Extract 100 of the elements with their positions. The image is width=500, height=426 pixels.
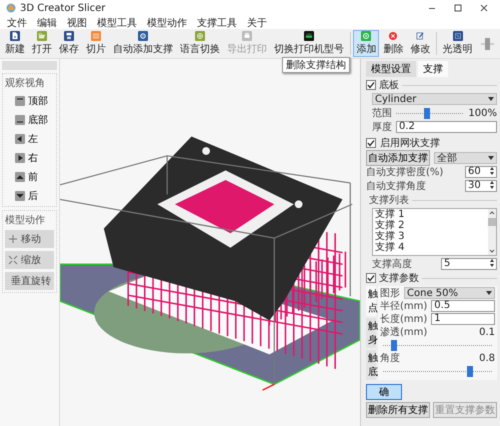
- menu-item[interactable]: 模型动作: [142, 16, 192, 30]
- side-tab[interactable]: 触点: [366, 286, 376, 316]
- close-icon[interactable]: [480, 4, 488, 12]
- slider-reading: 100%: [468, 108, 497, 118]
- rotate-button[interactable]: 垂直旋转: [5, 272, 54, 290]
- shape-dropdown[interactable]: Cone 50%: [404, 287, 495, 299]
- field-label: 半径(mm): [380, 300, 428, 313]
- density-input[interactable]: 60: [465, 166, 497, 178]
- view-cube-icon: [15, 172, 25, 182]
- radius-input[interactable]: 0.5: [431, 300, 495, 312]
- list-item[interactable]: 支撑 1: [375, 209, 488, 220]
- app-logo-icon: [6, 3, 16, 13]
- auto-button[interactable]: 自动添加支撑: [110, 30, 176, 57]
- view-cube-icon: [15, 115, 25, 125]
- caret-icon: [486, 291, 492, 295]
- field-label: 厚度: [372, 120, 392, 134]
- printer-button[interactable]: 切换打印机型号: [271, 30, 347, 57]
- gear-icon: [135, 31, 151, 41]
- menu-item[interactable]: 编辑: [32, 16, 62, 30]
- angle-input[interactable]: 30: [465, 180, 497, 192]
- slider-reading: 0.8: [479, 352, 495, 364]
- field-label: 范围: [372, 106, 392, 120]
- auto-support-button[interactable]: 自动添加支撑: [366, 150, 430, 166]
- view-button[interactable]: 后: [5, 188, 54, 204]
- side-tab[interactable]: 触底: [366, 350, 376, 380]
- slice-button[interactable]: 切片: [83, 30, 109, 57]
- delete-button[interactable]: 删除: [380, 30, 406, 57]
- scrollbar[interactable]: [488, 209, 496, 255]
- caret-icon: [488, 97, 494, 101]
- slider-reading: 0.1: [479, 326, 495, 338]
- field-label: 支撑高度: [372, 258, 412, 271]
- view-button[interactable]: 前: [5, 169, 54, 185]
- add-button[interactable]: 添加: [353, 30, 380, 57]
- maximize-icon[interactable]: [454, 4, 462, 12]
- spinner-arrows-icon: [490, 259, 494, 267]
- list-item[interactable]: 支撑 4: [375, 242, 488, 253]
- action-button[interactable]: 删除所有支撑: [366, 402, 430, 418]
- slider-thumb[interactable]: [390, 340, 397, 350]
- panel-tab[interactable]: 模型设置: [366, 61, 416, 77]
- spinner-arrows-icon: [490, 167, 494, 175]
- group-title: 模型动作: [5, 214, 46, 227]
- menu-item[interactable]: 关于: [242, 16, 272, 30]
- list-item[interactable]: 支撑 2: [375, 220, 488, 231]
- field-label: 长度(mm): [380, 312, 428, 326]
- scope-dropdown[interactable]: 全部: [434, 152, 497, 164]
- section-title: 支撑列表: [369, 194, 409, 207]
- scale-icon: [8, 255, 18, 265]
- support-list[interactable]: 支撑 1 支撑 2 支撑 3 支撑 4: [372, 208, 497, 256]
- checkbox-label: 底板: [379, 78, 399, 92]
- view-button[interactable]: 底部: [5, 112, 54, 128]
- document-icon: [7, 31, 23, 41]
- length-input[interactable]: 1: [431, 313, 495, 325]
- view-cube-icon: [15, 96, 25, 106]
- slider-thumb[interactable]: [484, 38, 490, 50]
- checkbox-label: 启用网状支撑: [380, 136, 440, 150]
- menu-item[interactable]: 支撑工具: [192, 16, 242, 30]
- menu-item[interactable]: 模型工具: [92, 16, 142, 30]
- transparent-button[interactable]: 光透明: [440, 30, 476, 57]
- panel-tab[interactable]: 支撑: [418, 61, 448, 77]
- globe-icon: [192, 31, 208, 41]
- window-title: 3D Creator Slicer: [20, 2, 106, 14]
- view-cube-icon: [15, 153, 25, 163]
- language-button[interactable]: 语言切换: [177, 30, 223, 57]
- move-icon: [8, 234, 18, 244]
- new-button[interactable]: 新建: [2, 30, 28, 57]
- view-cube-icon: [15, 191, 25, 201]
- action-button[interactable]: 确: [366, 384, 402, 400]
- menu-item[interactable]: 视图: [62, 16, 92, 30]
- slider-thumb[interactable]: [424, 108, 430, 118]
- shape-dropdown[interactable]: Cylinder: [372, 93, 497, 105]
- printer-icon: [301, 31, 317, 41]
- view-button[interactable]: 顶部: [5, 93, 54, 109]
- view-button[interactable]: 左: [5, 131, 54, 147]
- side-tab[interactable]: 触身: [366, 318, 376, 348]
- view-button[interactable]: 右: [5, 150, 54, 166]
- layers-icon: [88, 31, 104, 41]
- field-label: 渗透(mm): [380, 326, 428, 339]
- field-label: 自动支撑角度: [366, 180, 426, 193]
- view-cube-icon: [15, 134, 25, 144]
- slider-thumb[interactable]: [467, 366, 474, 376]
- open-button[interactable]: 打开: [29, 30, 55, 57]
- field-label: 自动支撑密度(%): [366, 166, 444, 179]
- checkbox-label: 支撑参数: [379, 272, 419, 285]
- edit-button[interactable]: 修改: [407, 30, 434, 57]
- caret-icon: [488, 156, 494, 160]
- thickness-input[interactable]: 0.2: [396, 121, 497, 133]
- tooltip: 删除支撑结构: [282, 57, 350, 73]
- checkbox[interactable]: [366, 80, 376, 90]
- field-label: 图形: [380, 287, 400, 300]
- folder-icon: [34, 31, 50, 41]
- group-title: 观察视角: [5, 76, 46, 90]
- scale-button[interactable]: 缩放: [5, 251, 54, 269]
- checkbox[interactable]: [366, 138, 376, 148]
- save-button[interactable]: 保存: [56, 30, 82, 57]
- height-input[interactable]: 5: [441, 258, 497, 270]
- checkbox[interactable]: [366, 273, 376, 283]
- move-button[interactable]: 移动: [5, 230, 54, 248]
- spinner-arrows-icon: [490, 181, 494, 189]
- menu-item[interactable]: 文件: [2, 16, 32, 30]
- list-item[interactable]: 支撑 3: [375, 231, 488, 242]
